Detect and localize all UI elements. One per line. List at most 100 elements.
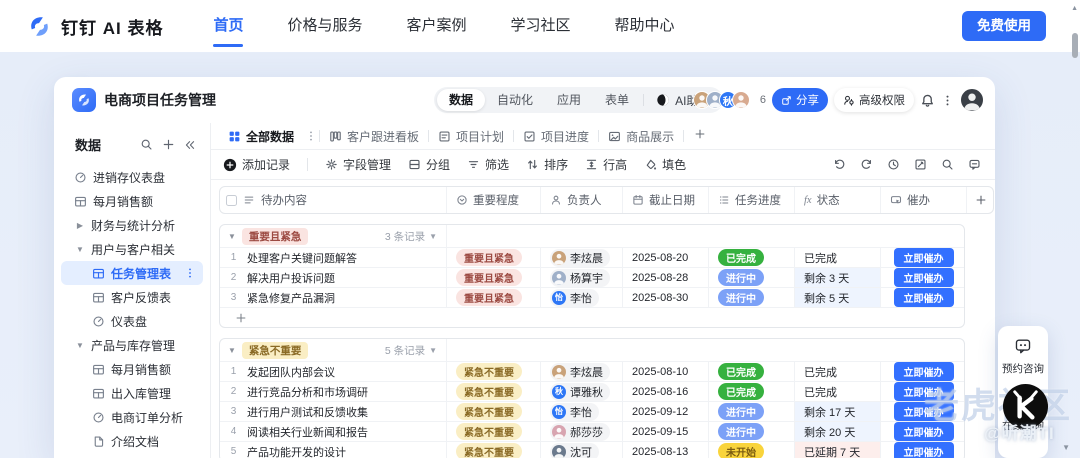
chevron-down-icon[interactable]: ▼ [75, 341, 85, 350]
group-name-badge[interactable]: 紧急不重要 [241, 341, 309, 359]
due-date-cell[interactable]: 2025-09-12 [622, 402, 708, 421]
collaborator-avatars[interactable]: 秋 [692, 91, 750, 109]
advanced-permission-button[interactable]: 高级权限 [834, 88, 914, 112]
toolbar-history-icon[interactable] [887, 158, 900, 171]
column-header-3[interactable]: 截止日期 [622, 187, 708, 213]
priority-cell[interactable]: 紧急不重要 [446, 362, 540, 381]
scrollbar-up-arrow[interactable]: ▲ [1071, 5, 1078, 12]
sidebar-item-2[interactable]: ▶ 财务与统计分析 [61, 213, 203, 237]
select-all-checkbox[interactable] [226, 194, 237, 206]
progress-cell[interactable]: 进行中 [708, 268, 794, 287]
priority-cell[interactable]: 重要且紧急 [446, 268, 540, 287]
notification-bell-icon[interactable] [920, 93, 935, 108]
remind-now-button[interactable]: 立即催办 [893, 288, 954, 307]
task-cell[interactable]: 5 产品功能开发的设计 [220, 442, 446, 458]
task-cell[interactable]: 2 进行竞品分析和市场调研 [220, 382, 446, 401]
task-cell[interactable]: 3 进行用户测试和反馈收集 [220, 402, 446, 421]
task-cell[interactable]: 1 发起团队内部会议 [220, 362, 446, 381]
nav-item-3[interactable]: 学习社区 [489, 0, 593, 52]
due-date-cell[interactable]: 2025-08-16 [622, 382, 708, 401]
status-cell[interactable]: 剩余 5 天 [794, 288, 880, 307]
toolbar-sort-button[interactable]: 排序 [526, 156, 568, 173]
toolbar-group-button[interactable]: 分组 [408, 156, 450, 173]
brand[interactable]: 钉钉 AI 表格 [26, 13, 163, 40]
task-cell[interactable]: 4 阅读相关行业新闻和报告 [220, 422, 446, 441]
sidebar-item-1[interactable]: 每月销售额 [61, 189, 203, 213]
add-column-button[interactable] [966, 187, 995, 213]
status-cell[interactable]: 剩余 20 天 [794, 422, 880, 441]
sidebar-item-7[interactable]: ▼ 产品与库存管理 [61, 333, 203, 357]
item-more-icon[interactable] [184, 267, 196, 279]
progress-cell[interactable]: 进行中 [708, 402, 794, 421]
toolbar-search-icon[interactable] [941, 158, 954, 171]
sidebar-item-5[interactable]: 客户反馈表 [61, 285, 203, 309]
view-tab-3[interactable]: 项目进度 [514, 128, 598, 145]
view-tab-1[interactable]: 客户跟进看板 [320, 128, 428, 145]
owner-cell[interactable]: 郝莎莎 [540, 422, 622, 441]
group-record-count[interactable]: 3 条记录 ▼ [385, 229, 437, 244]
scrollbar-thumb[interactable] [1072, 33, 1078, 58]
sidebar-item-9[interactable]: 出入库管理 [61, 381, 203, 405]
sidebar-item-3[interactable]: ▼ 用户与客户相关 [61, 237, 203, 261]
profile-avatar[interactable] [960, 88, 984, 112]
toolbar-comment-icon[interactable] [968, 158, 981, 171]
column-header-2[interactable]: 负责人 [540, 187, 622, 213]
mode-tab-1[interactable]: 自动化 [485, 89, 545, 111]
sidebar-item-6[interactable]: 仪表盘 [61, 309, 203, 333]
progress-cell[interactable]: 进行中 [708, 288, 794, 307]
remind-now-button[interactable]: 立即催办 [893, 442, 954, 458]
scroll-down-arrow[interactable]: ▼ [1062, 443, 1070, 452]
toolbar-redo-icon[interactable] [860, 158, 873, 171]
toolbar-field-button[interactable]: 字段管理 [325, 156, 391, 173]
owner-cell[interactable]: 杨算宇 [540, 268, 622, 287]
view-tab-4[interactable]: 商品展示 [599, 128, 683, 145]
column-header-1[interactable]: 重要程度 [446, 187, 540, 213]
due-date-cell[interactable]: 2025-08-30 [622, 288, 708, 307]
toolbar-edit-icon[interactable] [914, 158, 927, 171]
free-trial-button[interactable]: 免费使用 [962, 11, 1046, 41]
sidebar-item-8[interactable]: 每月销售额 [61, 357, 203, 381]
collapse-sidebar-icon[interactable] [184, 139, 196, 151]
sidebar-item-0[interactable]: 进销存仪表盘 [61, 165, 203, 189]
progress-cell[interactable]: 未开始 [708, 442, 794, 458]
add-view-button[interactable] [684, 127, 716, 145]
remind-now-button[interactable]: 立即催办 [893, 248, 954, 267]
toolbar-fill-color-button[interactable]: 填色 [644, 156, 686, 173]
task-cell[interactable]: 1 处理客户关键问题解答 [220, 248, 446, 267]
nav-item-2[interactable]: 客户案例 [384, 0, 488, 52]
task-cell[interactable]: 3 紧急修复产品漏洞 [220, 288, 446, 307]
owner-cell[interactable]: 秋谭雅秋 [540, 382, 622, 401]
view-tab-0[interactable]: 全部数据 [219, 128, 303, 145]
due-date-cell[interactable]: 2025-08-10 [622, 362, 708, 381]
nav-item-4[interactable]: 帮助中心 [593, 0, 697, 52]
search-icon[interactable] [140, 138, 153, 151]
owner-cell[interactable]: 李炫晨 [540, 248, 622, 267]
chevron-down-icon[interactable]: ▼ [228, 346, 236, 355]
chevron-down-icon[interactable]: ▼ [228, 232, 236, 241]
add-record-row[interactable] [220, 307, 964, 327]
column-header-0[interactable]: 待办内容 [220, 187, 446, 213]
owner-cell[interactable]: 沈可 [540, 442, 622, 458]
nav-item-1[interactable]: 价格与服务 [265, 0, 384, 52]
share-button[interactable]: 分享 [772, 88, 828, 112]
progress-cell[interactable]: 已完成 [708, 248, 794, 267]
column-header-4[interactable]: 任务进度 [708, 187, 794, 213]
priority-cell[interactable]: 紧急不重要 [446, 442, 540, 458]
sidebar-item-10[interactable]: 电商订单分析 [61, 405, 203, 429]
owner-cell[interactable]: 李炫晨 [540, 362, 622, 381]
due-date-cell[interactable]: 2025-09-15 [622, 422, 708, 441]
progress-cell[interactable]: 进行中 [708, 422, 794, 441]
view-tab-2[interactable]: 项目计划 [429, 128, 513, 145]
due-date-cell[interactable]: 2025-08-13 [622, 442, 708, 458]
sidebar-item-4[interactable]: 任务管理表 [61, 261, 203, 285]
due-date-cell[interactable]: 2025-08-20 [622, 248, 708, 267]
priority-cell[interactable]: 紧急不重要 [446, 422, 540, 441]
mode-tab-3[interactable]: 表单 [593, 89, 641, 111]
due-date-cell[interactable]: 2025-08-28 [622, 268, 708, 287]
task-cell[interactable]: 2 解决用户投诉问题 [220, 268, 446, 287]
toolbar-filter-button[interactable]: 筛选 [467, 156, 509, 173]
toolbar-undo-icon[interactable] [833, 158, 846, 171]
priority-cell[interactable]: 重要且紧急 [446, 248, 540, 267]
group-name-badge[interactable]: 重要且紧急 [241, 227, 309, 245]
toolbar-row-height-button[interactable]: 行高 [585, 156, 627, 173]
